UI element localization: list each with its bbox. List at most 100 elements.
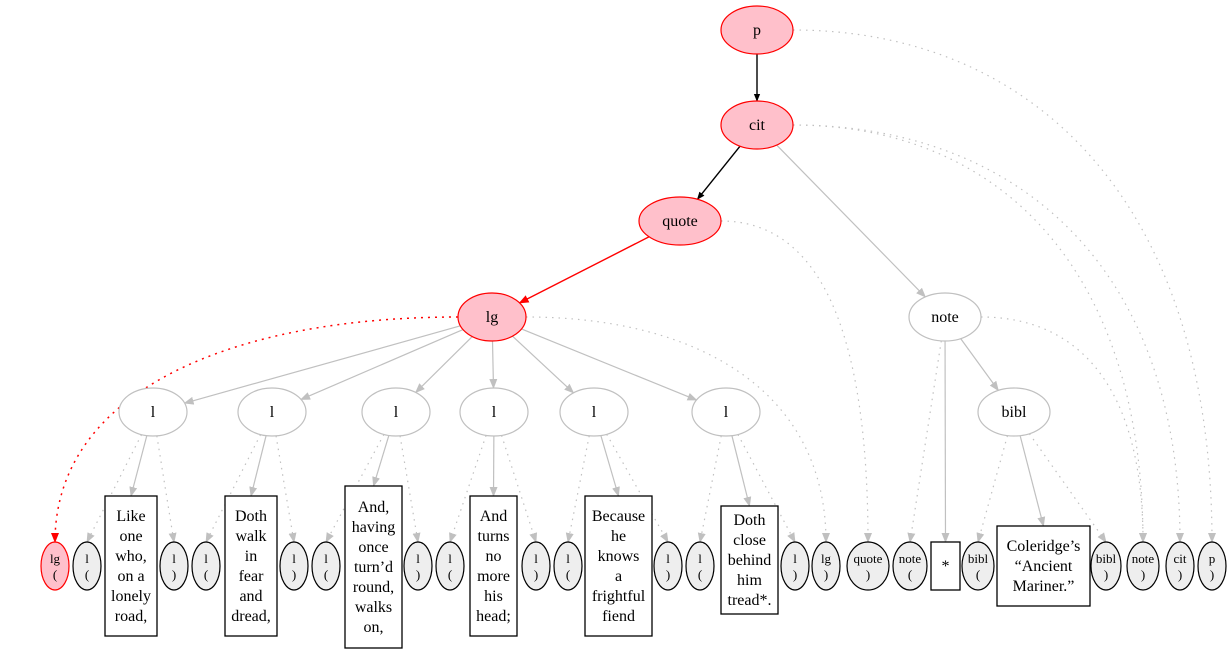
tree-node-p[interactable]: p xyxy=(720,5,794,55)
marker-tag: note xyxy=(1132,551,1155,566)
edge-l3-to-t3 xyxy=(372,435,390,487)
edge-lg-to-l5 xyxy=(512,335,575,394)
l-close-marker[interactable]: l) xyxy=(403,541,433,591)
marker-tag: lg xyxy=(50,551,61,566)
p-close-marker[interactable]: p) xyxy=(1197,541,1227,591)
marker-ellipse xyxy=(892,541,928,591)
text-line: once xyxy=(358,539,388,556)
edge-lg-to-l3 xyxy=(415,336,473,394)
edge-l6-to-l6_open xyxy=(697,435,722,543)
tree-node-lg[interactable]: lg xyxy=(457,292,527,342)
text-node[interactable]: Like one who, on a lonely road, xyxy=(104,495,158,637)
edge-lg-to-l2 xyxy=(300,328,464,401)
node-label: note xyxy=(931,309,959,326)
tree-node-quote[interactable]: quote xyxy=(638,196,722,246)
marker-tag: l xyxy=(292,551,296,566)
l-open-marker[interactable]: l( xyxy=(311,541,341,591)
l-open-marker[interactable]: l( xyxy=(435,541,465,591)
l-open-marker[interactable]: l( xyxy=(685,541,715,591)
node-label: cit xyxy=(749,117,766,134)
document-tree-graph: pcitquotelgl l l l l lnotebibllg(l(Likeonewho… xyxy=(40,5,1227,649)
text-line: dread, xyxy=(231,608,271,625)
tree-node-bibl[interactable]: bibl xyxy=(977,387,1051,437)
marker-ellipse xyxy=(40,541,70,591)
text-line: his xyxy=(484,588,503,605)
edge-lg-to-l6 xyxy=(521,328,698,401)
text-node[interactable]: And, having once turn’d round, walks on, xyxy=(344,485,403,649)
text-node[interactable]: Doth close behind him tread*. xyxy=(720,505,779,615)
marker-ellipse xyxy=(159,541,189,591)
marker-bracket: ) xyxy=(172,567,176,582)
marker-bracket: ) xyxy=(824,567,828,582)
text-node[interactable]: Because he knows a frightful fiend xyxy=(584,495,653,637)
text-line: on, xyxy=(364,619,384,636)
node-label: l xyxy=(270,404,275,421)
edge-cit-to-note xyxy=(776,144,927,298)
text-line: head; xyxy=(476,608,511,625)
text-node[interactable]: Doth walk in fear and dread, xyxy=(224,495,278,637)
text-line: close xyxy=(733,532,766,549)
text-line: tread*. xyxy=(728,592,772,609)
tree-node-l3[interactable]: l xyxy=(361,387,431,437)
tree-node-cit[interactable]: cit xyxy=(720,100,794,150)
marker-ellipse xyxy=(72,541,102,591)
marker-tag: p xyxy=(1209,551,1216,566)
text-line: Coleridge’s xyxy=(1007,538,1081,555)
text-node[interactable]: * xyxy=(930,541,961,591)
edge-l3-to-l3_close xyxy=(399,435,421,543)
note-close-marker[interactable]: note) xyxy=(1126,541,1160,591)
marker-bracket: ) xyxy=(793,567,797,582)
l-close-marker[interactable]: l) xyxy=(653,541,683,591)
l-close-marker[interactable]: l) xyxy=(521,541,551,591)
tree-node-l1[interactable]: l xyxy=(118,387,188,437)
marker-ellipse xyxy=(521,541,551,591)
l-open-marker[interactable]: l( xyxy=(191,541,221,591)
edge-lg-to-l4 xyxy=(489,340,498,390)
text-line: more xyxy=(477,568,510,585)
marker-tag: l xyxy=(448,551,452,566)
edge-l5-to-t5 xyxy=(600,435,620,497)
text-line: And xyxy=(480,508,508,525)
l-close-marker[interactable]: l) xyxy=(780,541,810,591)
edge-bibl-to-t8 xyxy=(1019,435,1046,527)
edge-l2-to-t2 xyxy=(249,435,267,497)
lg-close-marker[interactable]: lg) xyxy=(811,541,841,591)
l-open-marker[interactable]: l( xyxy=(72,541,102,591)
quote-close-marker[interactable]: quote) xyxy=(846,541,890,591)
edge-quote-to-quote_close xyxy=(720,220,872,543)
marker-bracket: ( xyxy=(566,567,570,582)
edge-l6-to-t6 xyxy=(731,435,752,507)
marker-tag: l xyxy=(793,551,797,566)
l-close-marker[interactable]: l) xyxy=(159,541,189,591)
marker-bracket: ( xyxy=(204,567,208,582)
node-label: l xyxy=(592,404,597,421)
marker-ellipse xyxy=(653,541,683,591)
tree-node-note[interactable]: note xyxy=(908,292,982,342)
bibl-close-marker[interactable]: bibl) xyxy=(1090,541,1122,591)
l-close-marker[interactable]: l) xyxy=(279,541,309,591)
marker-tag: bibl xyxy=(1096,551,1117,566)
text-line: And, xyxy=(358,499,390,516)
marker-tag: l xyxy=(666,551,670,566)
node-label: l xyxy=(724,404,729,421)
text-line: walks xyxy=(355,599,392,616)
tree-node-l5[interactable]: l xyxy=(559,387,629,437)
text-node[interactable]: And turns no more his head; xyxy=(469,495,518,637)
marker-tag: l xyxy=(534,551,538,566)
text-line: round, xyxy=(353,579,394,596)
marker-tag: cit xyxy=(1174,551,1187,566)
marker-tag: quote xyxy=(854,551,883,566)
edge-note-to-note_open xyxy=(907,340,942,543)
bibl-open-marker[interactable]: bibl( xyxy=(961,541,995,591)
tree-node-l2[interactable]: l xyxy=(237,387,307,437)
cit-close-marker[interactable]: cit) xyxy=(1165,541,1195,591)
tree-node-l4[interactable]: l xyxy=(459,387,529,437)
tree-node-l6[interactable]: l xyxy=(691,387,761,437)
marker-bracket: ( xyxy=(976,567,980,582)
note-open-marker[interactable]: note( xyxy=(892,541,928,591)
marker-bracket: ) xyxy=(1210,567,1214,582)
text-node[interactable]: Coleridge’s “Ancient Mariner.” xyxy=(996,525,1091,607)
l-open-marker[interactable]: l( xyxy=(553,541,583,591)
marker-tag: l xyxy=(698,551,702,566)
lg-open-marker[interactable]: lg( xyxy=(40,541,70,591)
